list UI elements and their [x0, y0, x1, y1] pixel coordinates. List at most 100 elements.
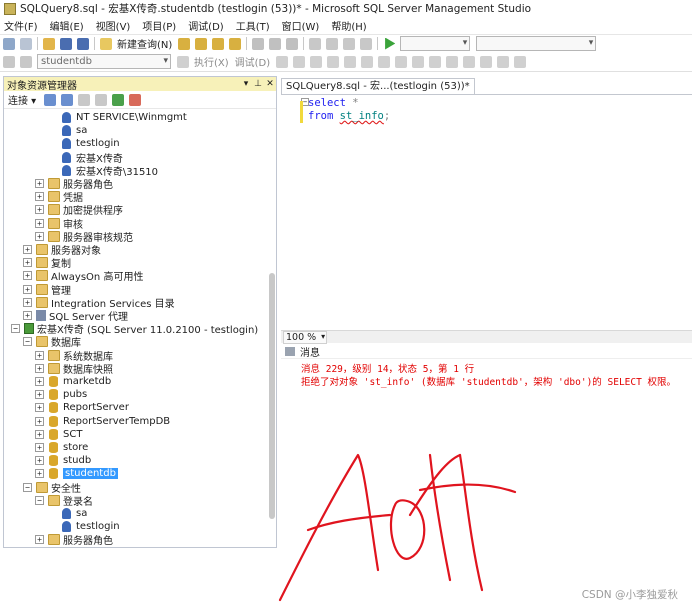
- tree-node[interactable]: + AlwaysOn 高可用性: [23, 269, 143, 283]
- expand-icon[interactable]: +: [35, 377, 44, 386]
- results-to-grid-icon[interactable]: [412, 55, 425, 68]
- expand-icon[interactable]: +: [23, 271, 32, 281]
- tab-sqlquery8[interactable]: SQLQuery8.sql - 宏...(testlogin (53))*: [281, 78, 475, 94]
- copy-icon[interactable]: [269, 37, 282, 50]
- redo-icon[interactable]: [326, 37, 339, 50]
- execute-button[interactable]: 执行(X): [194, 54, 229, 69]
- client-stats-icon[interactable]: [378, 55, 391, 68]
- tree-node[interactable]: + 数据库快照: [35, 362, 113, 376]
- expand-icon[interactable]: +: [35, 416, 44, 426]
- tree-node[interactable]: − 安全性: [23, 481, 81, 495]
- tree-node[interactable]: − 宏基X传奇 (SQL Server 11.0.2100 - testlogin…: [11, 322, 258, 336]
- tree-node[interactable]: + 服务器角色: [35, 177, 113, 191]
- expand-icon[interactable]: +: [23, 284, 32, 294]
- expand-icon[interactable]: +: [23, 297, 32, 307]
- start-debug-icon[interactable]: [385, 37, 396, 50]
- tree-node[interactable]: + 服务器审核规范: [35, 230, 133, 244]
- solution-config-combo[interactable]: [400, 36, 471, 51]
- pin-icon[interactable]: ⊥: [252, 79, 264, 89]
- tree-node[interactable]: 宏基X传奇: [61, 151, 123, 165]
- parse-icon[interactable]: [293, 55, 306, 68]
- tree-node[interactable]: + 系统数据库: [35, 349, 113, 363]
- tree-node[interactable]: + studentdb: [35, 467, 118, 480]
- panel-options-icon[interactable]: ▾: [240, 79, 252, 89]
- close-icon[interactable]: ✕: [264, 79, 276, 89]
- query-editor[interactable]: − select * from st_info;: [281, 94, 692, 330]
- tree-node[interactable]: sa: [61, 507, 87, 520]
- decrease-indent-icon[interactable]: [480, 55, 493, 68]
- debug-button[interactable]: 调试(D): [235, 54, 271, 69]
- expand-icon[interactable]: +: [35, 192, 44, 202]
- cancel-query-icon[interactable]: [276, 55, 289, 68]
- menu-debug[interactable]: 调试(D): [188, 18, 224, 33]
- increase-indent-icon[interactable]: [497, 55, 510, 68]
- tree-node[interactable]: + 复制: [23, 256, 71, 270]
- zoom-dropdown[interactable]: 100 %: [283, 330, 328, 344]
- collapse-icon[interactable]: −: [23, 482, 32, 492]
- expand-icon[interactable]: +: [35, 231, 44, 241]
- menu-window[interactable]: 窗口(W): [282, 18, 320, 33]
- expand-icon[interactable]: +: [35, 429, 44, 439]
- tree-node[interactable]: + 管理: [23, 283, 71, 297]
- expand-icon[interactable]: +: [35, 363, 44, 373]
- collapse-icon[interactable]: −: [35, 495, 44, 505]
- expand-icon[interactable]: +: [35, 218, 44, 228]
- menu-file[interactable]: 文件(F): [4, 18, 38, 33]
- tree-node[interactable]: testlogin: [61, 520, 120, 533]
- tree-node[interactable]: 宏基X传奇\31510: [61, 164, 158, 178]
- expand-icon[interactable]: +: [35, 205, 44, 215]
- tree-node[interactable]: + 审核: [35, 217, 83, 231]
- expand-icon[interactable]: +: [35, 456, 44, 466]
- intellisense-icon[interactable]: [344, 55, 357, 68]
- comment-icon[interactable]: [446, 55, 459, 68]
- display-plan-icon[interactable]: [310, 55, 323, 68]
- menu-project[interactable]: 项目(P): [142, 18, 176, 33]
- expand-icon[interactable]: +: [23, 311, 32, 320]
- uncomment-icon[interactable]: [463, 55, 476, 68]
- save-icon[interactable]: [60, 37, 72, 50]
- tree-node[interactable]: NT SERVICE\Winmgmt: [61, 111, 187, 124]
- tree-node[interactable]: sa: [61, 124, 87, 137]
- cut-icon[interactable]: [252, 37, 265, 50]
- tree-node[interactable]: + ReportServer: [35, 401, 129, 414]
- expand-icon[interactable]: +: [35, 469, 44, 479]
- results-to-text-icon[interactable]: [395, 55, 408, 68]
- query-analysis-icon[interactable]: [195, 37, 208, 50]
- query-dmx-icon[interactable]: [229, 37, 242, 50]
- query-db-icon[interactable]: [178, 37, 191, 50]
- tree-node[interactable]: + 服务器对象: [23, 243, 101, 257]
- find-combo[interactable]: [476, 36, 597, 51]
- tree-node[interactable]: testlogin: [61, 137, 120, 150]
- execute-icon[interactable]: [177, 55, 189, 68]
- expand-icon[interactable]: +: [23, 245, 32, 254]
- expand-icon[interactable]: +: [35, 390, 44, 400]
- undo-icon[interactable]: [309, 37, 322, 50]
- expand-icon[interactable]: +: [35, 350, 44, 360]
- tree-node[interactable]: + pubs: [35, 388, 87, 401]
- tree-node[interactable]: + studb: [35, 454, 91, 467]
- expand-icon[interactable]: +: [35, 403, 44, 413]
- change-connection-icon[interactable]: [20, 55, 32, 68]
- refresh-icon[interactable]: [112, 93, 125, 106]
- expand-icon[interactable]: +: [23, 258, 32, 268]
- tree-node[interactable]: + 服务器角色: [35, 533, 113, 547]
- tree-node[interactable]: − 数据库: [23, 335, 81, 349]
- tree-node[interactable]: + 加密提供程序: [35, 203, 123, 217]
- save-all-icon[interactable]: [77, 37, 89, 50]
- results-to-file-icon[interactable]: [429, 55, 442, 68]
- new-query-icon[interactable]: [100, 37, 112, 50]
- tree-node[interactable]: + ReportServerTempDB: [35, 415, 170, 428]
- add-item-icon[interactable]: [20, 37, 32, 50]
- collapse-icon[interactable]: −: [11, 324, 20, 334]
- open-file-icon[interactable]: [43, 37, 55, 50]
- query-designer-icon[interactable]: [327, 55, 340, 68]
- disconnect-icon[interactable]: [61, 93, 74, 106]
- tree-node[interactable]: + SQL Server 代理: [23, 309, 128, 323]
- tree-node[interactable]: + SCT: [35, 428, 82, 441]
- menu-edit[interactable]: 编辑(E): [50, 18, 84, 33]
- menu-help[interactable]: 帮助(H): [331, 18, 366, 33]
- activity-monitor-icon[interactable]: [129, 93, 142, 106]
- tree-node[interactable]: + store: [35, 441, 88, 454]
- paste-icon[interactable]: [286, 37, 299, 50]
- tree-node[interactable]: + marketdb: [35, 375, 111, 388]
